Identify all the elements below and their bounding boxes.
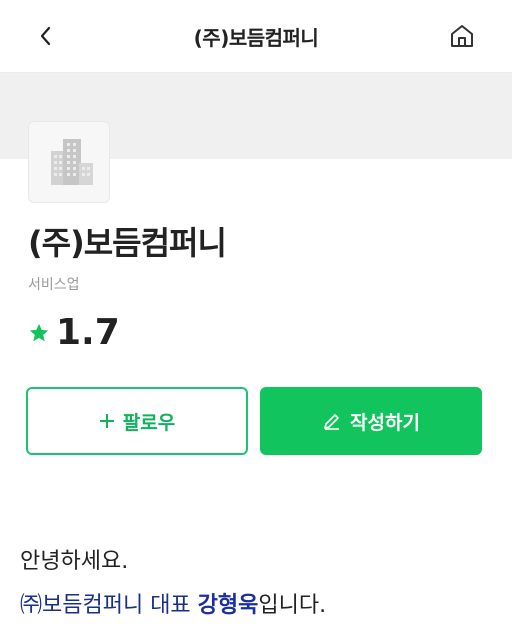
top-bar: (주)보듬컴퍼니 [0,0,512,73]
pencil-icon [322,411,342,431]
company-logo [28,121,110,203]
intro-suffix: 입니다. [258,593,327,618]
star-icon [29,323,49,341]
ceo-name: 강형욱 [197,593,259,618]
rating: 1.7 [28,312,120,353]
write-button[interactable]: 작성하기 [260,387,482,455]
intro-line-1: 안녕하세요. [20,549,129,574]
write-button-label: 작성하기 [350,411,420,434]
follow-button-label: 팔로우 [122,411,176,434]
company-name: (주)보듬컴퍼니 [28,224,227,262]
follow-button[interactable]: 팔로우 [26,387,248,455]
intro-text: 안녕하세요. ㈜보듬컴퍼니 대표 강형욱입니다. [20,540,326,628]
home-icon [451,25,473,47]
industry-label: 서비스업 [28,277,80,293]
intro-line-2: ㈜보듬컴퍼니 대표 강형욱입니다. [20,584,326,628]
intro-prefix: ㈜보듬컴퍼니 대표 [20,593,198,618]
page-title: (주)보듬컴퍼니 [193,26,319,50]
plus-icon [99,413,115,429]
building-icon [51,139,93,185]
rating-score: 1.7 [56,312,120,353]
home-button[interactable] [444,18,480,54]
